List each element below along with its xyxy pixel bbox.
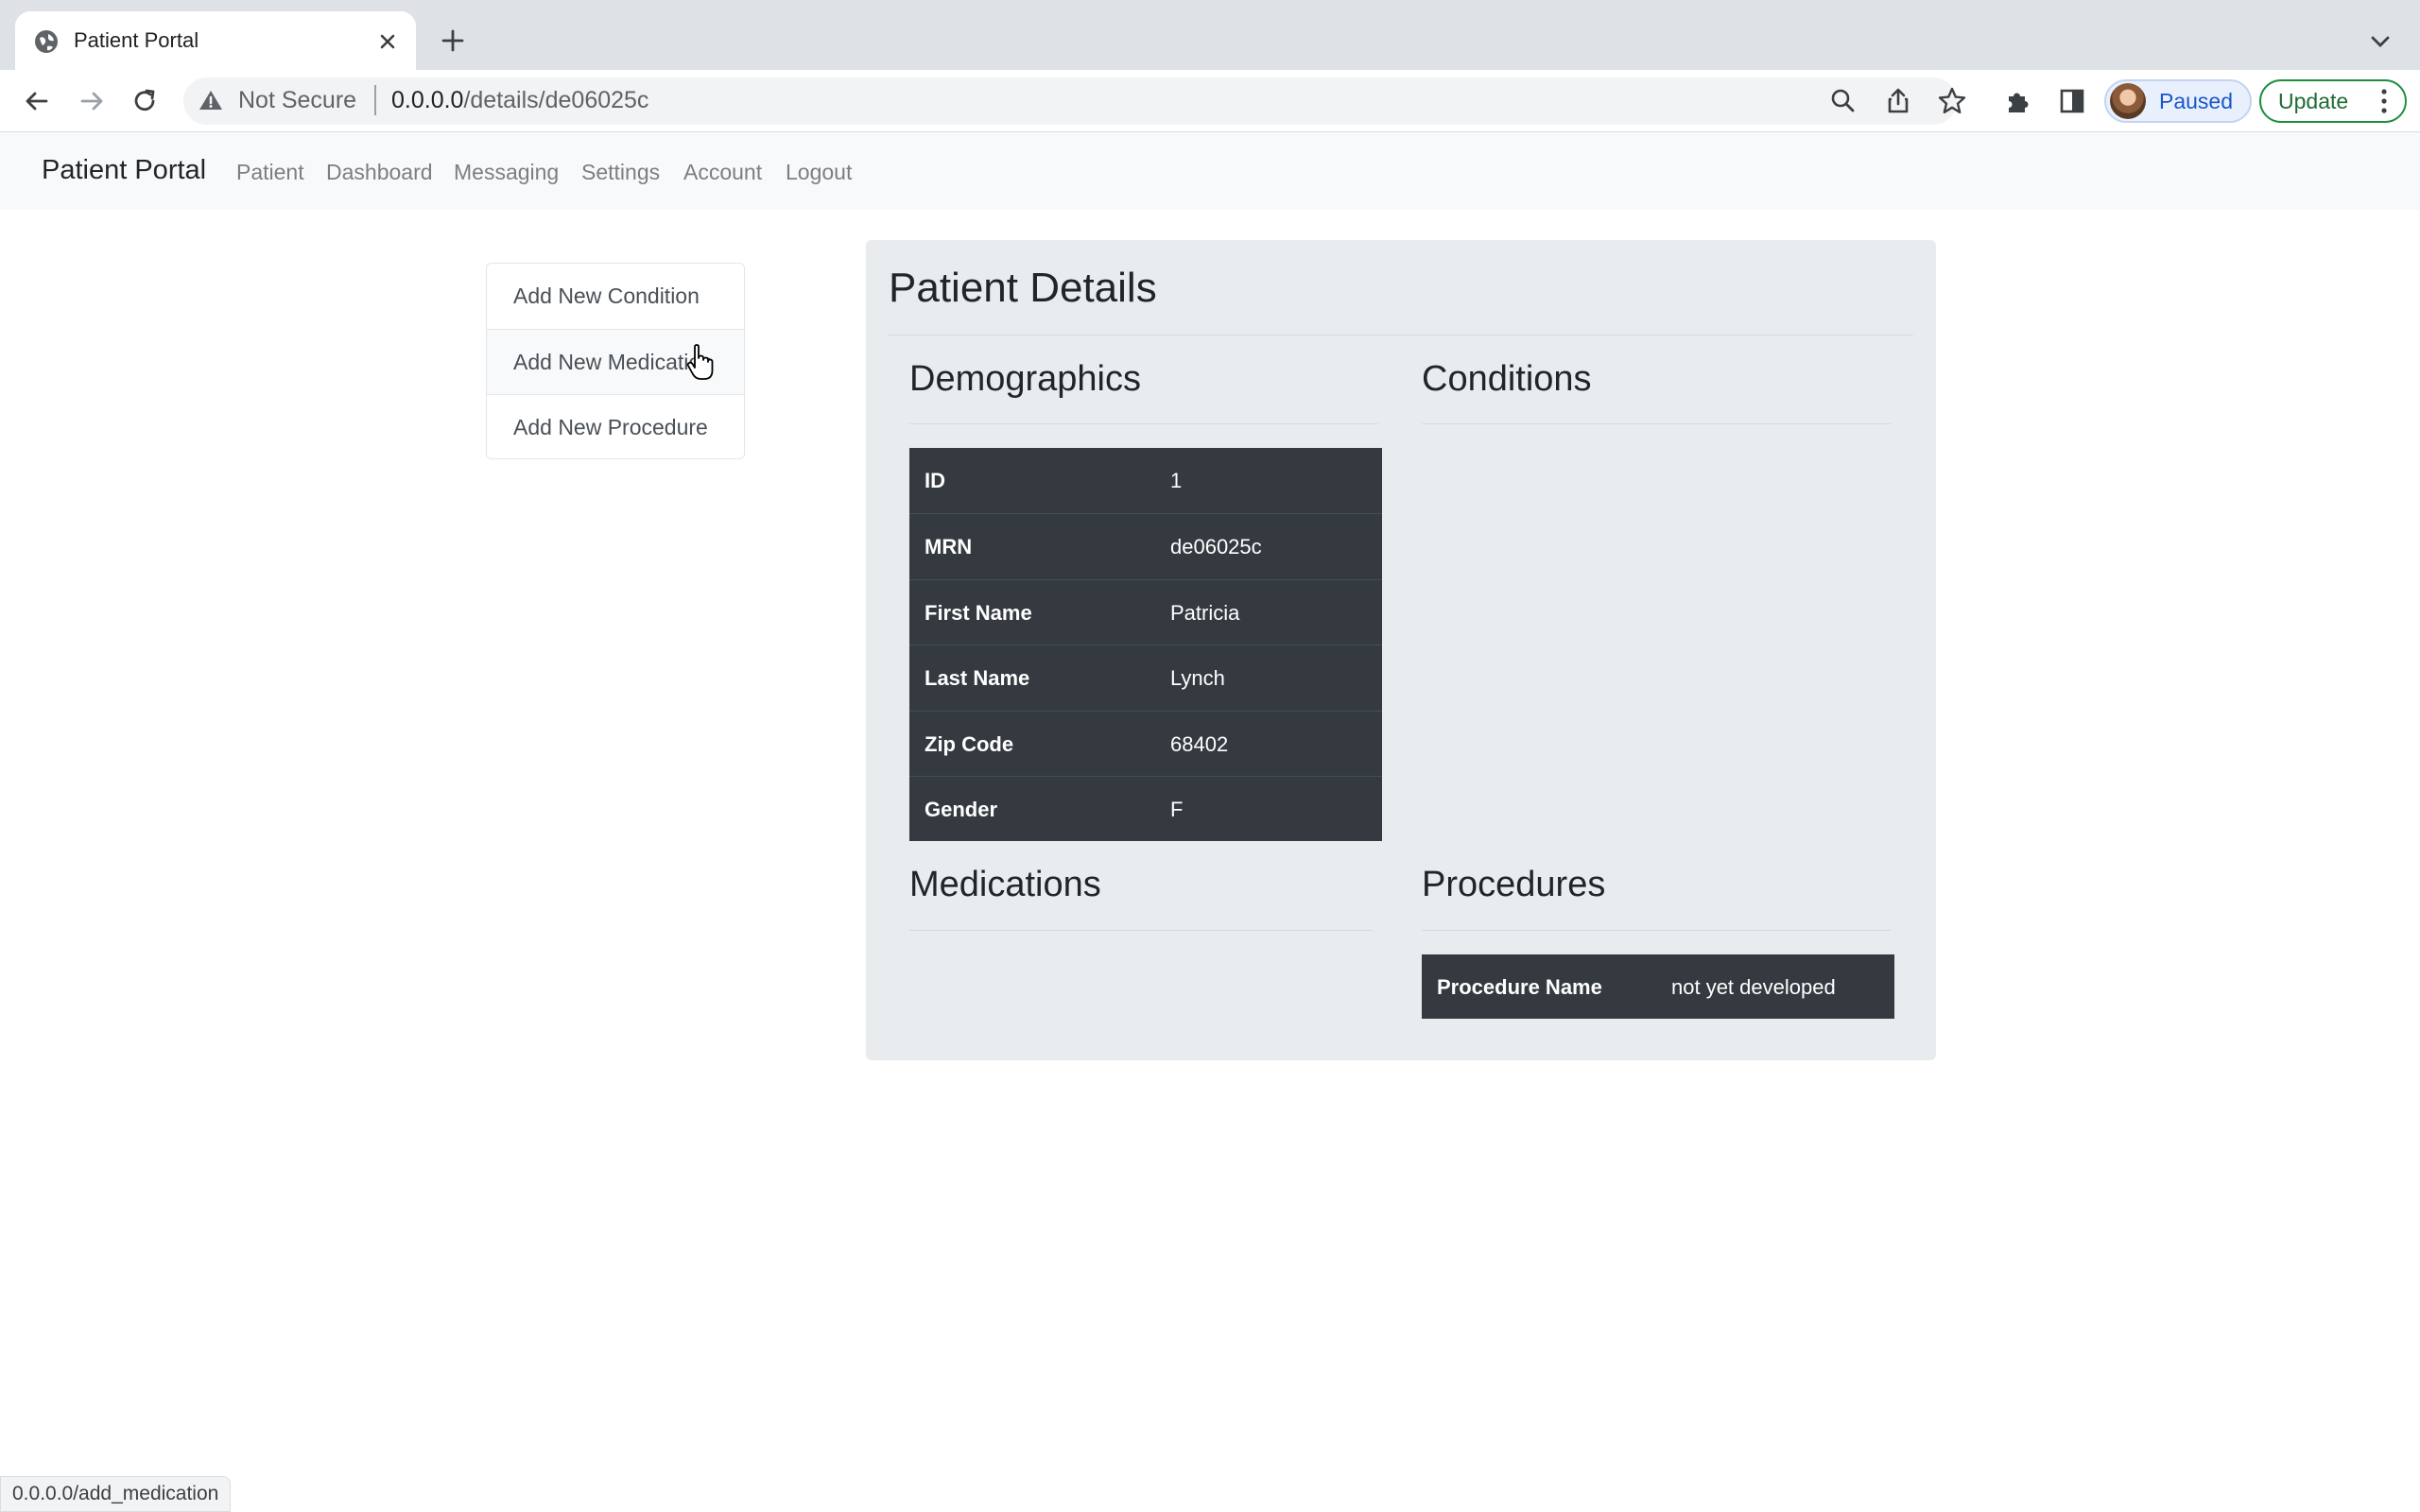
security-label[interactable]: Not Secure [238, 87, 356, 114]
nav-link-messaging[interactable]: Messaging [454, 160, 559, 185]
row-value: 1 [1170, 469, 1183, 492]
forward-icon[interactable] [76, 85, 108, 117]
conditions-divider [1422, 423, 1891, 424]
table-row: ID 1 [909, 448, 1382, 513]
add-condition-link[interactable]: Add New Condition [487, 264, 744, 329]
demographics-heading: Demographics [909, 359, 1141, 399]
row-label: ID [925, 469, 945, 492]
chevron-down-icon[interactable] [2369, 32, 2392, 51]
row-value: 68402 [1170, 732, 1229, 756]
table-row: Zip Code 68402 [909, 711, 1382, 776]
medications-divider [909, 930, 1373, 931]
procedures-table: Procedure Name not yet developed [1422, 954, 1894, 1019]
nav-link-dashboard[interactable]: Dashboard [326, 160, 433, 185]
star-icon[interactable] [1936, 85, 1968, 117]
procedures-divider [1422, 930, 1891, 931]
url-path: /details/de06025c [463, 87, 649, 113]
url-host: 0.0.0.0 [391, 87, 464, 113]
nav-link-account[interactable]: Account [683, 160, 762, 185]
procedures-heading: Procedures [1422, 865, 1606, 904]
table-row: Last Name Lynch [909, 644, 1382, 710]
table-row: Gender F [909, 776, 1382, 841]
share-icon[interactable] [1882, 85, 1914, 117]
profile-status: Paused [2159, 89, 2234, 113]
add-procedure-link[interactable]: Add New Procedure [487, 394, 744, 459]
globe-icon [35, 30, 58, 53]
row-value: Patricia [1170, 601, 1240, 625]
demographics-divider [909, 423, 1378, 424]
reload-icon[interactable] [129, 85, 161, 117]
nav-link-logout[interactable]: Logout [786, 160, 852, 185]
page-title: Patient Details [889, 265, 1157, 311]
nav-link-patient[interactable]: Patient [236, 160, 304, 185]
tab-title: Patient Portal [74, 28, 199, 52]
row-value: Lynch [1170, 666, 1225, 690]
row-label: Last Name [925, 666, 1030, 690]
back-icon[interactable] [21, 85, 53, 117]
row-value: F [1170, 798, 1184, 821]
nav-link-settings[interactable]: Settings [581, 160, 660, 185]
row-value: not yet developed [1671, 975, 1836, 999]
extensions-icon[interactable] [2002, 85, 2034, 117]
hand-pointer-icon [686, 344, 714, 380]
demographics-table: ID 1 MRN de06025c First Name Patricia La… [909, 448, 1382, 841]
row-label: Gender [925, 798, 998, 821]
new-tab-icon[interactable] [439, 26, 467, 55]
row-value: de06025c [1170, 535, 1262, 558]
close-icon[interactable] [374, 28, 401, 55]
update-label: Update [2278, 89, 2349, 113]
address-url[interactable]: 0.0.0.0/details/de06025c [391, 87, 648, 114]
row-label: First Name [925, 601, 1032, 625]
brand-link[interactable]: Patient Portal [42, 155, 206, 186]
avatar [2110, 83, 2146, 119]
table-row: First Name Patricia [909, 579, 1382, 644]
table-row: MRN de06025c [909, 513, 1382, 578]
zoom-icon[interactable] [1827, 85, 1859, 117]
warning-icon[interactable] [199, 89, 223, 112]
side-panel-icon[interactable] [2056, 85, 2088, 117]
medications-heading: Medications [909, 865, 1101, 904]
row-label: Procedure Name [1437, 975, 1602, 999]
address-separator [374, 85, 376, 115]
status-bar-url: 0.0.0.0/add_medication [0, 1476, 232, 1512]
row-label: Zip Code [925, 732, 1014, 756]
menu-dots-icon[interactable] [2380, 87, 2388, 115]
row-label: MRN [925, 535, 973, 558]
conditions-heading: Conditions [1422, 359, 1592, 399]
table-row: Procedure Name not yet developed [1422, 954, 1894, 1020]
